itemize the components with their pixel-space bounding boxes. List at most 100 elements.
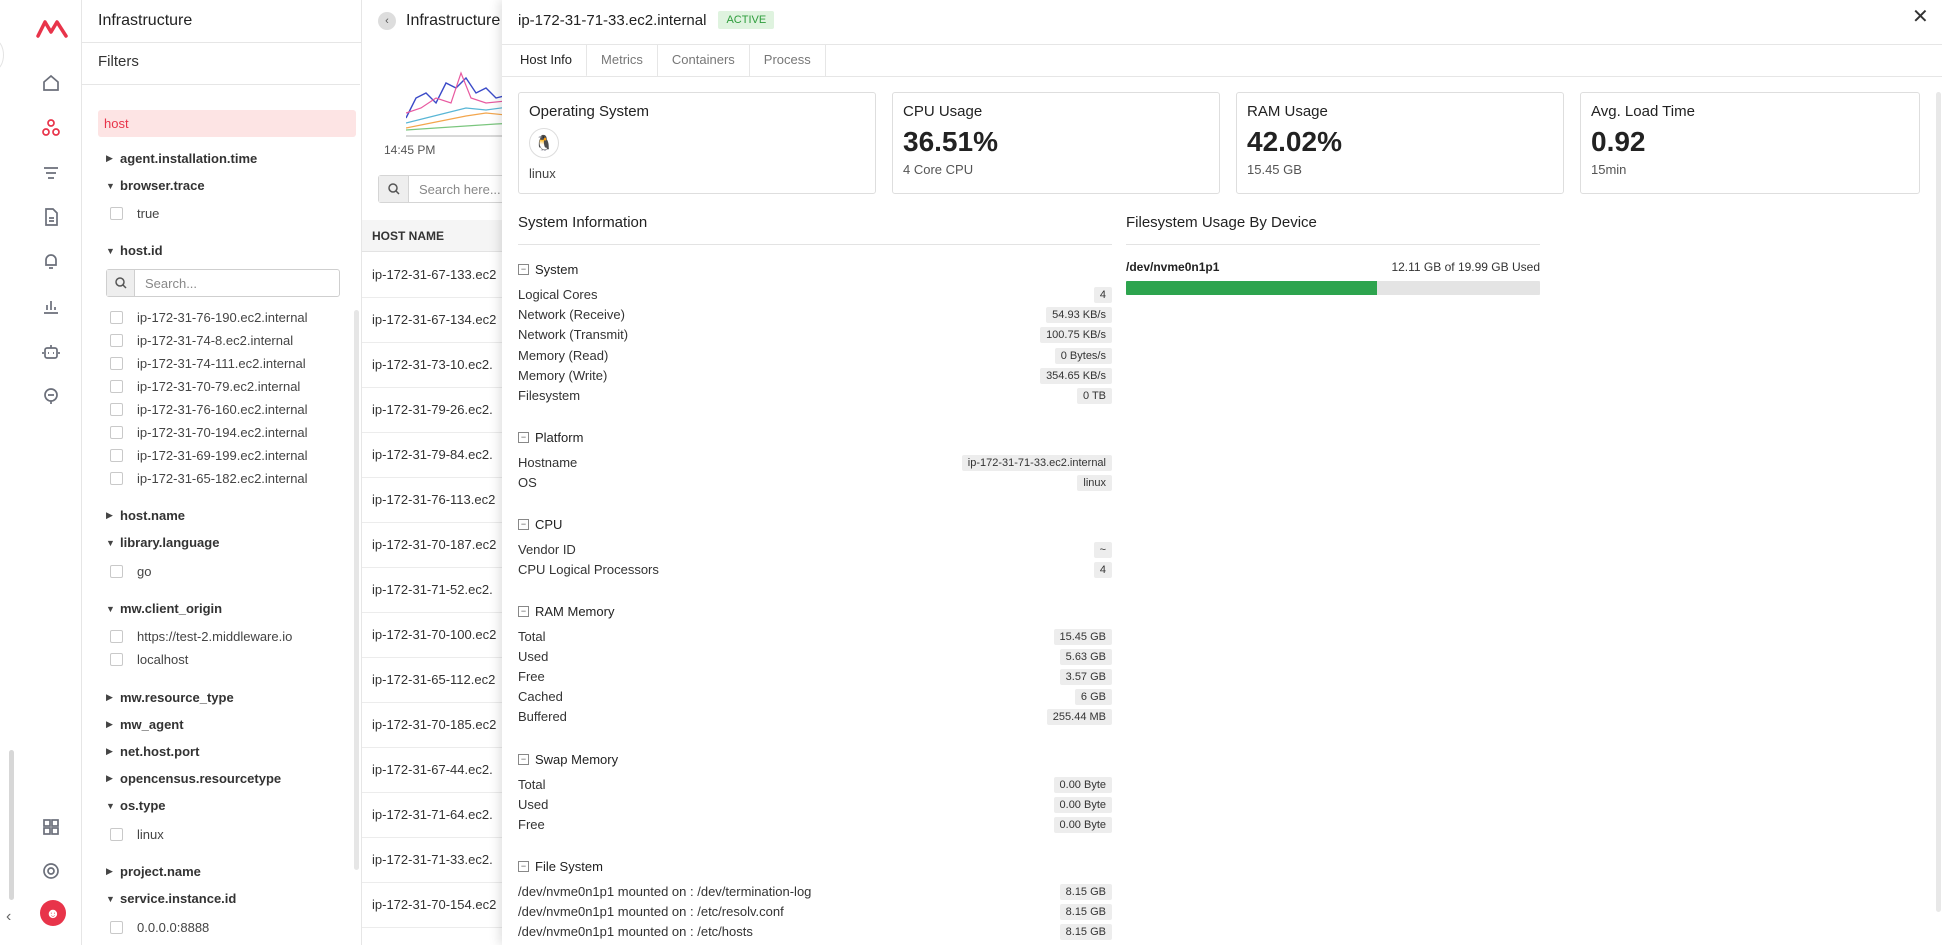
filter-search-chip[interactable]: host [98, 110, 356, 137]
fs-usage-bar [1126, 281, 1540, 295]
divider [502, 76, 1942, 77]
filter-group-project-name[interactable]: ▶ project.name [106, 864, 201, 879]
search-icon [379, 176, 409, 202]
group-swap-memory[interactable]: − Swap Memory [518, 752, 618, 767]
filter-group-mw-agent[interactable]: ▶ mw_agent [106, 717, 184, 732]
filter-group-host-name[interactable]: ▶ host.name [106, 508, 185, 523]
filter-option[interactable]: true [110, 206, 159, 221]
filter-option[interactable]: 0.0.0.0:8888 [110, 920, 209, 935]
kv-key: /dev/nvme0n1p1 mounted on : /etc/hosts [518, 924, 753, 939]
column-header-host-name[interactable]: HOST NAME [372, 229, 444, 243]
group-system[interactable]: − System [518, 262, 578, 277]
group-ram-memory[interactable]: − RAM Memory [518, 604, 614, 619]
filter-option[interactable]: ip-172-31-70-79.ec2.internal [110, 379, 300, 394]
collapse-icon[interactable]: − [518, 519, 529, 530]
tab-metrics[interactable]: Metrics [587, 45, 658, 77]
chevron-left-icon[interactable]: ‹ [378, 12, 396, 30]
collapse-icon[interactable]: − [518, 606, 529, 617]
bell-icon[interactable] [38, 248, 64, 274]
checkbox[interactable] [110, 565, 123, 578]
filter-option[interactable]: ip-172-31-74-111.ec2.internal [110, 356, 306, 371]
home-icon[interactable] [38, 70, 64, 96]
tab-containers[interactable]: Containers [658, 45, 750, 77]
grid-icon[interactable] [38, 814, 64, 840]
filter-group-library-language[interactable]: ▼ library.language [106, 535, 219, 550]
group-label: System [535, 262, 579, 277]
checkbox[interactable] [110, 380, 123, 393]
filter-group-opencensus-resourcetype[interactable]: ▶ opencensus.resourcetype [106, 771, 281, 786]
kv-key: Buffered [518, 709, 567, 724]
filter-group-agent-installation-time[interactable]: ▶ agent.installation.time [106, 151, 257, 166]
kv-key: OS [518, 475, 537, 490]
status-badge: ACTIVE [718, 11, 775, 29]
checkbox[interactable] [110, 426, 123, 439]
gear-icon[interactable] [38, 858, 64, 884]
document-icon[interactable] [38, 204, 64, 230]
ram-usage-value: 42.02% [1247, 126, 1342, 157]
checkbox[interactable] [110, 334, 123, 347]
option-label: go [137, 564, 152, 579]
filter-option[interactable]: https://test-2.middleware.io [110, 629, 292, 644]
filter-option[interactable]: go [110, 564, 151, 579]
checkbox[interactable] [110, 403, 123, 416]
filter-group-browser-trace[interactable]: ▼ browser.trace [106, 178, 205, 193]
collapse-icon[interactable]: − [518, 754, 529, 765]
checkbox[interactable] [110, 921, 123, 934]
filter-group-mw-client-origin[interactable]: ▼ mw.client_origin [106, 601, 222, 616]
close-icon[interactable]: ✕ [1912, 4, 1929, 29]
breadcrumb-root[interactable]: Infrastructure [406, 12, 500, 30]
filter-group-net-host-port[interactable]: ▶ net.host.port [106, 744, 199, 759]
rail-scrollbar[interactable] [9, 750, 14, 900]
robot-icon[interactable] [38, 339, 64, 365]
caret-right-icon: ▶ [106, 866, 113, 876]
option-label: ip-172-31-70-194.ec2.internal [137, 425, 308, 440]
infrastructure-icon[interactable] [38, 115, 64, 141]
logs-icon[interactable] [38, 160, 64, 186]
filter-group-service-instance-id[interactable]: ▼ service.instance.id [106, 891, 236, 906]
host-id-search-input[interactable]: Search... [106, 269, 340, 297]
kv-row: Memory (Read) 0 Bytes/s [518, 347, 1112, 365]
group-file-system[interactable]: − File System [518, 859, 603, 874]
checkbox[interactable] [110, 653, 123, 666]
filter-option[interactable]: ip-172-31-69-199.ec2.internal [110, 448, 308, 463]
collapse-icon[interactable]: ‹ [6, 908, 11, 926]
middleware-logo[interactable] [36, 16, 68, 40]
filter-option[interactable]: ip-172-31-76-190.ec2.internal [110, 310, 308, 325]
chart-icon[interactable] [38, 293, 64, 319]
checkbox[interactable] [110, 472, 123, 485]
filters-scrollbar[interactable] [354, 310, 359, 870]
drawer-header: ip-172-31-71-33.ec2.internal ACTIVE [518, 11, 775, 29]
kv-key: Total [518, 629, 546, 644]
drawer-scrollbar[interactable] [1936, 92, 1941, 912]
filter-option[interactable]: ip-172-31-74-8.ec2.internal [110, 333, 293, 348]
filter-option[interactable]: ip-172-31-65-182.ec2.internal [110, 471, 308, 486]
collapse-icon[interactable]: − [518, 432, 529, 443]
checkbox[interactable] [110, 630, 123, 643]
kv-row: /dev/nvme0n1p1 mounted on : /etc/resolv.… [518, 903, 1112, 921]
support-icon[interactable] [38, 383, 64, 409]
checkbox[interactable] [110, 207, 123, 220]
filter-option[interactable]: ip-172-31-70-194.ec2.internal [110, 425, 308, 440]
checkbox[interactable] [110, 828, 123, 841]
filter-group-host-id[interactable]: ▼ host.id [106, 243, 163, 258]
checkbox[interactable] [110, 357, 123, 370]
tab-process[interactable]: Process [750, 45, 826, 77]
checkbox[interactable] [110, 311, 123, 324]
checkbox[interactable] [110, 449, 123, 462]
collapse-icon[interactable]: − [518, 264, 529, 275]
kv-key: Filesystem [518, 388, 581, 403]
filter-option[interactable]: ip-172-31-76-160.ec2.internal [110, 402, 308, 417]
filter-group-mw-resource-type[interactable]: ▶ mw.resource_type [106, 690, 234, 705]
filter-group-label: service.instance.id [120, 891, 237, 906]
caret-down-icon: ▼ [106, 180, 115, 191]
avatar[interactable]: ☻ [40, 900, 66, 926]
filter-group-label: library.language [120, 535, 220, 550]
filter-option[interactable]: localhost [110, 652, 188, 667]
collapse-icon[interactable]: − [518, 861, 529, 872]
kv-row: Total 15.45 GB [518, 628, 1112, 646]
filter-option[interactable]: linux [110, 827, 164, 842]
group-platform[interactable]: − Platform [518, 430, 583, 445]
group-cpu[interactable]: − CPU [518, 517, 562, 532]
filter-group-os-type[interactable]: ▼ os.type [106, 798, 166, 813]
tab-host-info[interactable]: Host Info [506, 45, 588, 77]
